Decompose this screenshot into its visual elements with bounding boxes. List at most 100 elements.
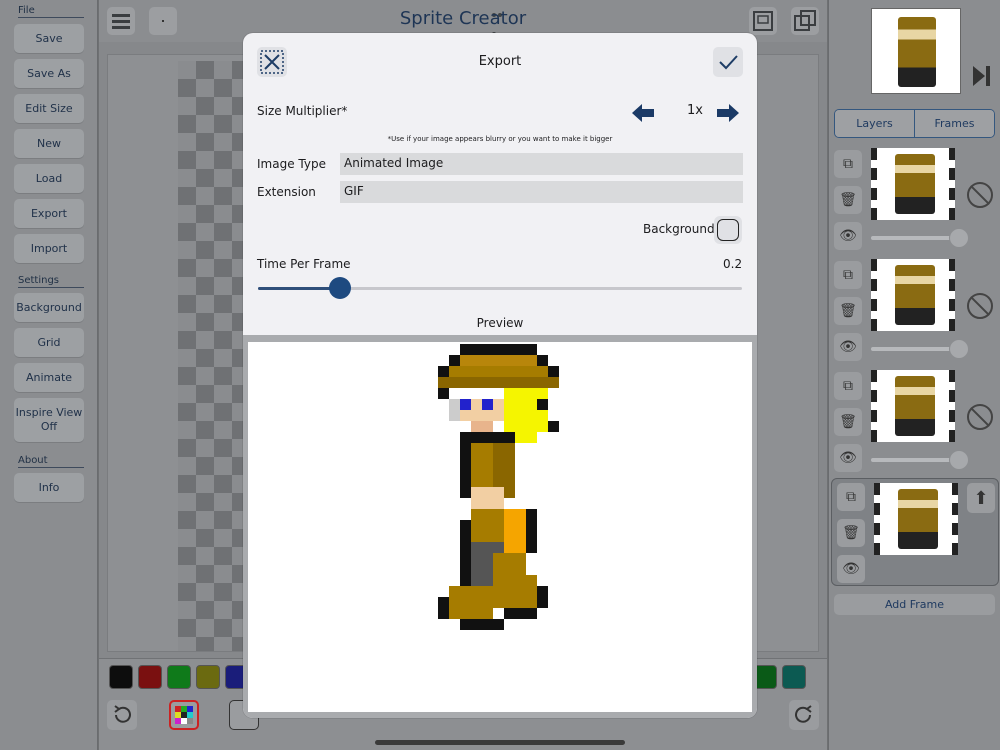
undo-icon[interactable] (107, 700, 137, 730)
duplicate-frame-icon[interactable]: ⧉ (834, 261, 862, 289)
eye-icon[interactable]: 👁 (834, 333, 862, 361)
extension-label: Extension (257, 185, 316, 199)
background-checkbox[interactable] (714, 216, 742, 244)
eye-icon[interactable]: 👁 (837, 555, 865, 583)
save-as-button[interactable]: Save As (14, 59, 84, 88)
sprite-pixel (460, 344, 537, 355)
frame-opacity-slider[interactable] (871, 339, 969, 359)
sprite-pixel (537, 355, 548, 366)
trash-icon[interactable]: 🗑 (837, 519, 865, 547)
sprite-pixel (460, 432, 515, 443)
preview-label: Preview (476, 316, 524, 330)
sprite-pixel (460, 443, 471, 498)
animate-button[interactable]: Animate (14, 363, 84, 392)
sprite-pixel (482, 399, 493, 410)
preview-sprite (898, 17, 936, 87)
about-section-header: About (18, 455, 84, 468)
size-multiplier-label: Size Multiplier* (257, 104, 348, 118)
frame-thumbnail[interactable] (871, 259, 955, 331)
sprite-preview-image (438, 344, 559, 630)
palette-icon[interactable] (169, 700, 199, 730)
panel-tabs: Layers Frames (834, 109, 995, 138)
grid-button[interactable]: Grid (14, 328, 84, 357)
color-swatch-black[interactable] (109, 665, 133, 689)
slider-fill (258, 287, 341, 290)
increase-arrow-icon[interactable] (716, 101, 740, 125)
extension-field[interactable]: GIF (340, 181, 743, 203)
size-multiplier-value: 1x (687, 103, 703, 118)
settings-section-header: Settings (18, 275, 84, 288)
export-dialog: Export Size Multiplier* 1x *Use if your … (243, 33, 757, 718)
sprite-pixel (471, 487, 504, 509)
add-frame-button[interactable]: Add Frame (834, 594, 995, 615)
background-button[interactable]: Background (14, 293, 84, 322)
sprite-pixel (537, 586, 548, 608)
frame-thumbnail[interactable] (874, 483, 958, 555)
image-type-field[interactable]: Animated Image (340, 153, 743, 175)
background-label: Background (643, 222, 715, 236)
sprite-pixel (493, 553, 526, 575)
sprite-pixel (438, 377, 559, 388)
frame-opacity-slider[interactable] (871, 228, 969, 248)
new-button[interactable]: New (14, 129, 84, 158)
sprite-pixel (449, 355, 460, 366)
frame-thumbnail[interactable] (871, 370, 955, 442)
sprite-pixel (460, 619, 504, 630)
copy-icon[interactable] (791, 7, 819, 35)
sprite-pixel (449, 355, 537, 366)
export-button[interactable]: Export (14, 199, 84, 228)
frame-row: ⧉ 🗑 👁 (829, 368, 1000, 476)
inspire-view-button[interactable]: Inspire View Off (14, 398, 84, 442)
sprite-pixel (471, 421, 493, 432)
edit-size-button[interactable]: Edit Size (14, 94, 84, 123)
duplicate-frame-icon[interactable]: ⧉ (837, 483, 865, 511)
hide-frame-icon[interactable] (967, 182, 993, 208)
time-per-frame-value: 0.2 (723, 257, 743, 271)
color-swatch-red[interactable] (138, 665, 162, 689)
eye-icon[interactable]: 👁 (834, 222, 862, 250)
trash-icon[interactable]: 🗑 (834, 186, 862, 214)
color-swatch-green[interactable] (167, 665, 191, 689)
frame-row: ⧉ 🗑 👁 (829, 257, 1000, 365)
duplicate-frame-icon[interactable]: ⧉ (834, 150, 862, 178)
eye-icon[interactable]: 👁 (834, 444, 862, 472)
image-type-label: Image Type (257, 157, 326, 171)
hide-frame-icon[interactable] (967, 404, 993, 430)
size-multiplier-note: *Use if your image appears blurry or you… (387, 135, 613, 143)
play-icon[interactable] (973, 66, 985, 86)
time-per-frame-slider[interactable] (258, 277, 742, 299)
sprite-pixel (493, 575, 537, 608)
color-swatch-olive[interactable] (196, 665, 220, 689)
sprite-pixel (460, 520, 471, 586)
import-button[interactable]: Import (14, 234, 84, 263)
decrease-arrow-icon[interactable] (631, 101, 655, 125)
hide-frame-icon[interactable] (967, 293, 993, 319)
frame-opacity-slider[interactable] (871, 450, 969, 470)
sprite-pixel (504, 608, 537, 619)
trash-icon[interactable]: 🗑 (834, 408, 862, 436)
frame-thumbnail[interactable] (871, 148, 955, 220)
sprite-pixel (548, 421, 559, 432)
frame-icon[interactable] (749, 7, 777, 35)
move-up-icon[interactable]: ⬆ (967, 483, 995, 513)
redo-icon[interactable] (789, 700, 819, 730)
left-sidebar: File Save Save As Edit Size New Load Exp… (0, 0, 98, 750)
app-title: Sprite Creator (399, 8, 527, 29)
sprite-pixel (460, 399, 471, 410)
trash-icon[interactable]: 🗑 (834, 297, 862, 325)
slider-knob[interactable] (329, 277, 352, 299)
play-bar-icon (986, 66, 990, 86)
load-button[interactable]: Load (14, 164, 84, 193)
home-indicator (375, 740, 625, 745)
confirm-check-icon[interactable] (713, 47, 743, 77)
dialog-title: Export (478, 54, 522, 69)
color-swatch-teal[interactable] (782, 665, 806, 689)
info-button[interactable]: Info (14, 473, 84, 502)
tab-layers[interactable]: Layers (835, 110, 914, 137)
tab-frames[interactable]: Frames (914, 110, 994, 137)
right-panel: Layers Frames ⧉ 🗑 👁 ⧉ 🗑 👁 ⧉ 🗑 👁 ⧉ 🗑 👁 ⬆ … (828, 0, 1000, 750)
save-button[interactable]: Save (14, 24, 84, 53)
grabber-icon[interactable] (492, 2, 508, 36)
duplicate-frame-icon[interactable]: ⧉ (834, 372, 862, 400)
sprite-pixel (449, 586, 493, 619)
